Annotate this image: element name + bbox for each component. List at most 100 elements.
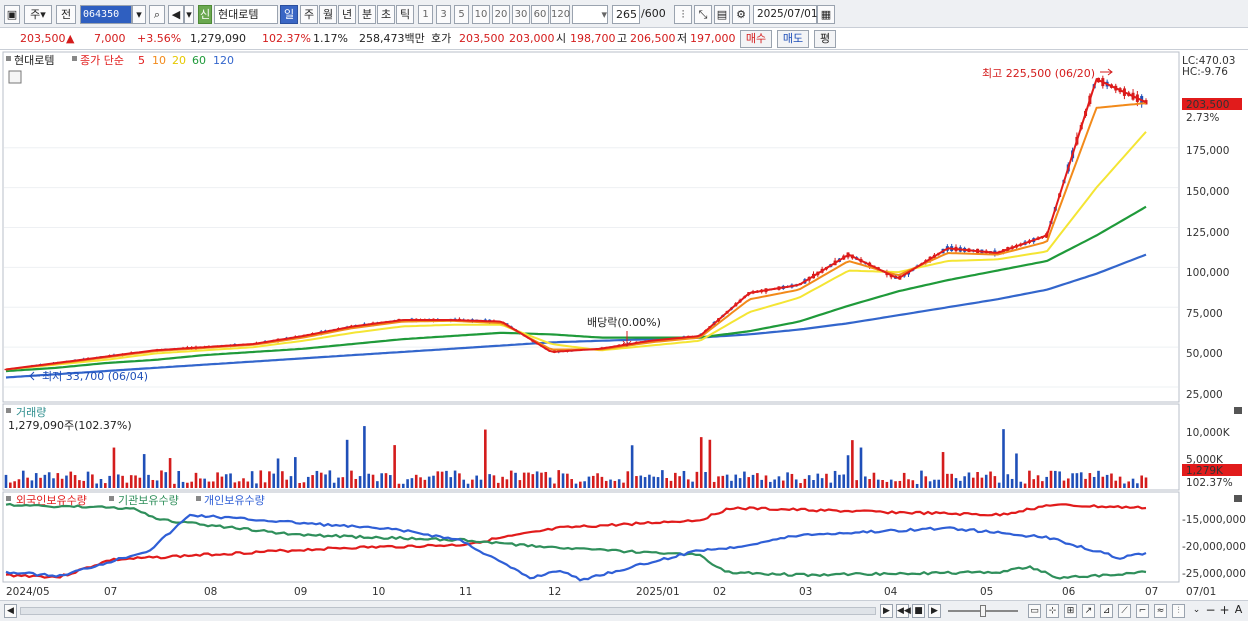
volume-bar (1032, 479, 1036, 488)
low-price: 197,000 (690, 32, 736, 45)
bid-price: 203,000 (509, 32, 555, 45)
text-icon[interactable]: ⌐ (1136, 604, 1149, 618)
magnet-icon[interactable]: ⊿ (1100, 604, 1113, 618)
trend-icon[interactable]: ≈ (1154, 604, 1167, 618)
volume-bar (242, 478, 245, 488)
play-icon[interactable]: ▶ (928, 604, 941, 618)
count-input[interactable]: 265 (612, 5, 640, 24)
volume-bar (872, 472, 876, 488)
volume-bar (876, 479, 880, 488)
period-3[interactable]: 3 (436, 5, 451, 24)
crosshair-icon[interactable]: ⊹ (1046, 604, 1059, 618)
search-icon[interactable]: ⌕ (149, 5, 165, 24)
open-label: 시 (556, 32, 567, 45)
tab-minute[interactable]: 분 (358, 5, 376, 24)
tab-day[interactable]: 일 (280, 5, 298, 24)
volume-bar (959, 480, 962, 488)
period-5[interactable]: 5 (454, 5, 469, 24)
speaker-icon[interactable]: ◀ (168, 5, 184, 24)
tab-year[interactable]: 년 (338, 5, 356, 24)
stop-icon[interactable]: ■ (912, 604, 925, 618)
average-button[interactable]: 평 (814, 30, 836, 48)
chevron-down-icon[interactable]: ▾ (184, 5, 194, 24)
chart-area[interactable]: 현대로템 종가 단순 5 10 20 60 120 LC:470.03 HC:-… (0, 50, 1248, 600)
volume-bar (91, 474, 94, 488)
volume-bar (704, 471, 707, 488)
volume-bar (458, 473, 461, 488)
volume-bar (574, 483, 578, 488)
rewind-icon[interactable]: ◀◀ (896, 604, 911, 618)
grid-toggle-icon[interactable] (8, 70, 22, 84)
volume-bar (725, 474, 729, 488)
period-20[interactable]: 20 (492, 5, 510, 24)
close-icon[interactable] (1234, 407, 1242, 414)
volume-bar (423, 479, 427, 488)
volume-bar (1006, 474, 1010, 488)
draw-icon[interactable]: ↗ (1082, 604, 1095, 618)
y-tick: 50,000 (1186, 348, 1223, 360)
x-tick: 03 (799, 586, 812, 598)
stock-code-input[interactable]: 064350 (80, 5, 132, 24)
volume-bar (52, 478, 55, 488)
volume-bar (712, 481, 716, 488)
zoom-in-icon[interactable]: + (1218, 604, 1231, 618)
tab-tick[interactable]: 틱 (396, 5, 414, 24)
volume-bar (738, 478, 742, 488)
volume-bar (1140, 475, 1143, 488)
save-icon[interactable]: ▤ (714, 5, 730, 24)
volume-bar (30, 480, 34, 488)
tab-week[interactable]: 주 (300, 5, 318, 24)
zoom-fit-icon[interactable]: ▭ (1028, 604, 1041, 618)
volume-bar (332, 482, 336, 488)
period-10[interactable]: 10 (472, 5, 490, 24)
chevron-down-icon: ▾ (601, 8, 607, 21)
prev-button[interactable]: 전 (56, 5, 76, 24)
font-size-icon[interactable]: A (1232, 604, 1245, 618)
tool-icon[interactable]: ⊞ (1064, 604, 1077, 618)
legend-ma120: 120 (213, 54, 234, 67)
candle-icon[interactable]: ⫶ (674, 5, 692, 24)
volume-bar (1144, 477, 1148, 488)
legend-square-icon (72, 56, 77, 61)
price-change-pct: +3.56% (137, 32, 182, 45)
date-input[interactable]: 2025/07/01 (753, 5, 818, 24)
period-30[interactable]: 30 (512, 5, 530, 24)
volume-bar (639, 475, 643, 488)
gear-icon[interactable]: ⚙ (732, 5, 750, 24)
volume-bar (548, 477, 552, 488)
period-120[interactable]: 120 (550, 5, 570, 24)
open-price: 198,700 (570, 32, 616, 45)
volume-bar (1131, 478, 1135, 488)
chevron-down-icon[interactable]: ⌄ (1190, 604, 1203, 618)
volume-bar (453, 470, 457, 488)
volume-bar (769, 481, 772, 488)
period-custom-input[interactable]: ▾ (572, 5, 608, 24)
calendar-icon[interactable]: ▦ (817, 5, 835, 24)
volume-bar (129, 475, 133, 488)
tab-second[interactable]: 초 (377, 5, 395, 24)
mode-select[interactable]: 주▾ (24, 5, 52, 24)
tab-month[interactable]: 월 (319, 5, 337, 24)
period-1[interactable]: 1 (418, 5, 433, 24)
line-icon[interactable]: ⟋ (1118, 604, 1131, 618)
chevron-down-icon[interactable]: ▾ (132, 5, 146, 24)
volume-bar (475, 475, 478, 488)
period-60[interactable]: 60 (531, 5, 549, 24)
window-icon[interactable]: ▣ (4, 5, 20, 24)
scroll-right-icon[interactable]: ▶ (880, 604, 893, 618)
horizontal-scrollbar[interactable] (20, 607, 876, 615)
chart-icon[interactable]: ⫶ (1172, 604, 1185, 618)
volume-bar (721, 475, 725, 488)
legend-square-icon (196, 496, 201, 501)
buy-button[interactable]: 매수 (740, 30, 772, 48)
zoom-slider-handle[interactable] (980, 605, 986, 617)
close-icon[interactable] (1234, 495, 1242, 502)
draw-tool-icon[interactable]: ⤡ (694, 5, 712, 24)
volume-bar (177, 470, 181, 488)
legend-square-icon (109, 496, 114, 501)
scroll-left-icon[interactable]: ◀ (4, 604, 17, 618)
price-change: 7,000 (94, 32, 126, 45)
volume-bar (980, 477, 984, 488)
sell-button[interactable]: 매도 (777, 30, 809, 48)
zoom-out-icon[interactable]: − (1204, 604, 1217, 618)
